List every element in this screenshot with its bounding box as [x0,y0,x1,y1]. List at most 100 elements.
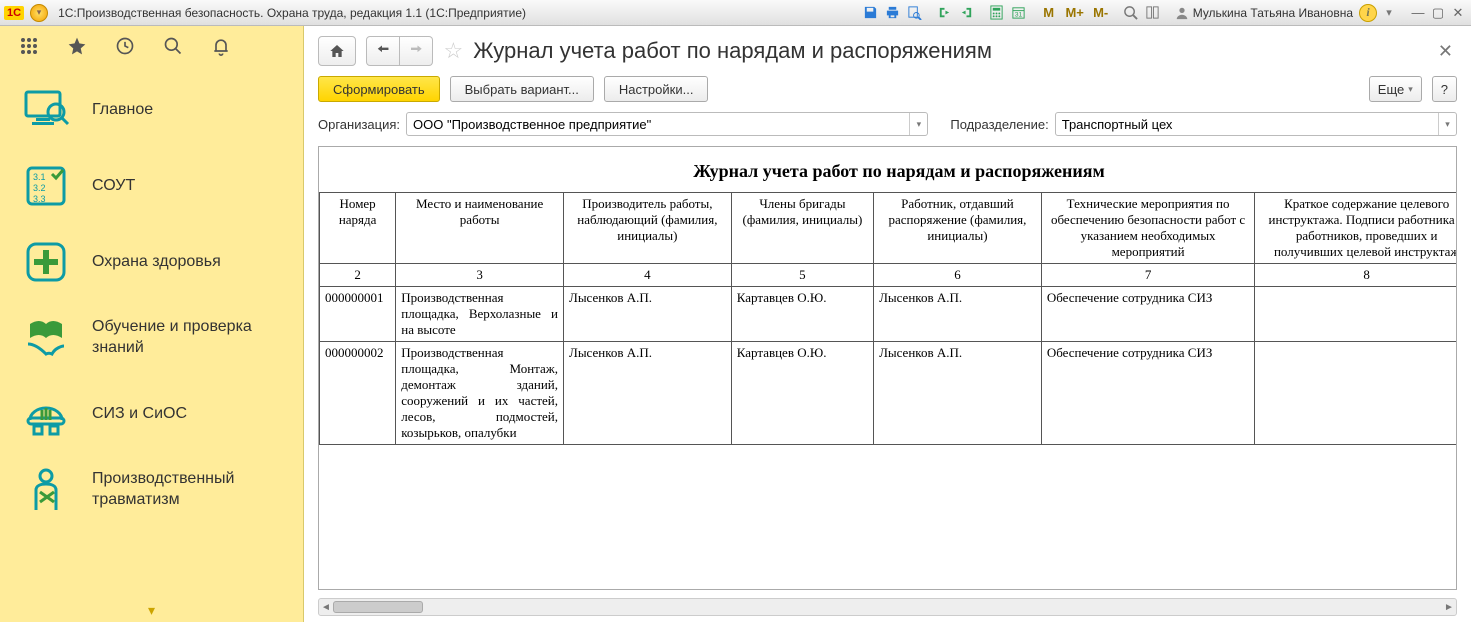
main-area: 🠨 🠪 ☆ Журнал учета работ по нарядам и ра… [304,26,1471,622]
medical-icon [22,238,70,286]
memory-mminus-button[interactable]: M- [1089,3,1113,23]
dep-field[interactable]: ▾ [1055,112,1457,136]
cell-brief [1255,342,1457,445]
table-row[interactable]: 000000002Производственная площадка, Монт… [320,342,1458,445]
logo-1c: 1C [4,6,24,20]
sidebar-item-training[interactable]: Обучение и проверка знаний [0,300,303,376]
compare-send-icon[interactable] [935,3,955,23]
cell-producer: Лысенков А.П. [564,342,732,445]
org-input[interactable] [407,117,909,132]
page-title: Журнал учета работ по нарядам и распоряж… [473,38,992,64]
cell-num: 000000002 [320,342,396,445]
memory-mplus-button[interactable]: M+ [1063,3,1087,23]
nav-forward-button[interactable]: 🠪 [400,36,433,66]
report-area[interactable]: Журнал учета работ по нарядам и распоряж… [318,146,1457,590]
calculator-icon[interactable] [987,3,1007,23]
horizontal-scrollbar[interactable]: ◄ ► [318,598,1457,616]
calendar-icon[interactable]: 31 [1009,3,1029,23]
sidebar-item-label: СОУТ [92,176,281,197]
settings-button[interactable]: Настройки... [604,76,709,102]
scroll-right-icon[interactable]: ► [1442,599,1456,615]
titlebar-tools: 31 M M+ M- Мулькина Татьяна Ивановна i ▾… [861,3,1467,23]
cell-orderer: Лысенков А.П. [874,287,1042,342]
preview-icon[interactable] [905,3,925,23]
main-menu-button[interactable]: ▾ [30,4,48,22]
help-button[interactable]: ? [1432,76,1457,102]
home-button[interactable] [318,36,356,66]
dep-input[interactable] [1056,117,1438,132]
sidebar-collapse-button[interactable]: ▾ [0,602,303,622]
sidebar-item-label: Охрана здоровья [92,252,281,273]
report-table: Номер наряда Место и наименование работы… [319,192,1457,445]
history-icon[interactable] [114,35,136,57]
save-icon[interactable] [861,3,881,23]
window-maximize-button[interactable]: ▢ [1429,5,1447,21]
app-title: 1С:Производственная безопасность. Охрана… [58,6,526,20]
cell-brief [1255,287,1457,342]
filter-bar: Организация: ▾ Подразделение: ▾ [304,108,1471,146]
scroll-thumb[interactable] [333,601,423,613]
command-bar: Сформировать Выбрать вариант... Настройк… [304,70,1471,108]
print-icon[interactable] [883,3,903,23]
report-title: Журнал учета работ по нарядам и распоряж… [319,147,1457,192]
table-header-row: Номер наряда Место и наименование работы… [320,193,1458,264]
sidebar-item-label: СИЗ и СиОС [92,404,281,425]
col-header: Технические мероприятия по обеспечению б… [1041,193,1255,264]
table-colnum-row: 2 3 4 5 6 7 8 [320,264,1458,287]
book-hand-icon [22,314,70,362]
table-row[interactable]: 000000001Производственная площадка, Верх… [320,287,1458,342]
dep-dropdown-icon[interactable]: ▾ [1438,113,1456,135]
sidebar-item-label: Главное [92,100,281,121]
sections-menu-icon[interactable] [18,35,40,57]
notifications-icon[interactable] [210,35,232,57]
info-icon[interactable]: i [1359,4,1377,22]
col-header: Краткое содержание целевого инструктажа.… [1255,193,1457,264]
cell-num: 000000001 [320,287,396,342]
user-icon [1175,6,1189,20]
window-close-button[interactable]: ✕ [1449,5,1467,21]
generate-button[interactable]: Сформировать [318,76,440,102]
col-header: Место и наименование работы [396,193,564,264]
favorites-icon[interactable] [66,35,88,57]
sidebar-item-label: Обучение и проверка знаний [92,317,281,359]
more-button[interactable]: Еще▾ [1369,76,1422,102]
user-name: Мулькина Татьяна Ивановна [1193,6,1353,20]
dep-label: Подразделение: [950,117,1048,132]
compare-receive-icon[interactable] [957,3,977,23]
sidebar-item-label: Производственный травматизм [92,469,281,511]
window-minimize-button[interactable]: — [1409,5,1427,21]
org-field[interactable]: ▾ [406,112,928,136]
sidebar-item-injury[interactable]: Производственный травматизм [0,452,303,528]
cell-producer: Лысенков А.П. [564,287,732,342]
user-chip[interactable]: Мулькина Татьяна Ивановна [1171,6,1357,20]
sidebar-item-health[interactable]: Охрана здоровья [0,224,303,300]
sidebar-item-sout[interactable]: 3.13.23.3 СОУТ [0,148,303,224]
favorite-star-icon[interactable]: ☆ [443,38,463,64]
dropdown-icon[interactable]: ▾ [1379,3,1399,23]
col-header: Номер наряда [320,193,396,264]
page-header: 🠨 🠪 ☆ Журнал учета работ по нарядам и ра… [304,26,1471,70]
panels-icon[interactable] [1143,3,1163,23]
zoom-icon[interactable] [1121,3,1141,23]
nav-back-button[interactable]: 🠨 [366,36,400,66]
choose-variant-button[interactable]: Выбрать вариант... [450,76,594,102]
search-icon[interactable] [162,35,184,57]
scroll-left-icon[interactable]: ◄ [319,599,333,615]
sidebar-items: Главное 3.13.23.3 СОУТ Охрана здоровья О… [0,66,303,602]
sidebar-toolbar [0,26,303,66]
sidebar-item-main[interactable]: Главное [0,72,303,148]
cell-place: Производственная площадка, Монтаж, демон… [396,342,564,445]
cell-members: Картавцев О.Ю. [731,287,873,342]
col-header: Работник, отдавший распоряжение (фамилия… [874,193,1042,264]
org-dropdown-icon[interactable]: ▾ [909,113,927,135]
cell-measures: Обеспечение сотрудника СИЗ [1041,342,1255,445]
cell-orderer: Лысенков А.П. [874,342,1042,445]
ppe-icon [22,390,70,438]
monitor-search-icon [22,86,70,134]
sidebar-item-siz[interactable]: СИЗ и СиОС [0,376,303,452]
memory-m-button[interactable]: M [1037,3,1061,23]
window-titlebar: 1C ▾ 1С:Производственная безопасность. О… [0,0,1471,26]
cell-members: Картавцев О.Ю. [731,342,873,445]
svg-text:3.2: 3.2 [33,183,46,193]
page-close-button[interactable]: ✕ [1434,37,1457,66]
